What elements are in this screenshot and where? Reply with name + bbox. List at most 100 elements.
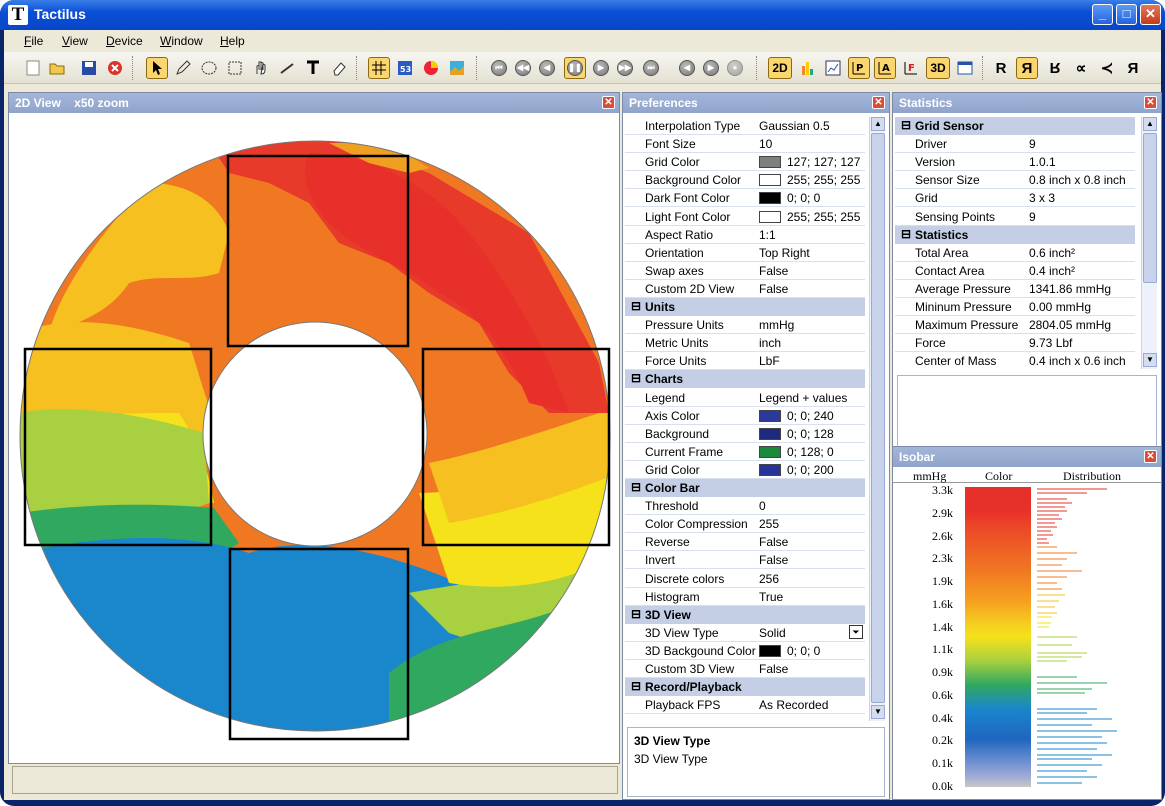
new-file-icon[interactable] [22,57,44,79]
property-value[interactable]: 255; 255; 255 [759,173,860,187]
property-value[interactable]: Solid [759,626,786,640]
fast-forward-icon[interactable]: ▶▶ [614,57,636,79]
grid-category[interactable]: ⊟ Units [625,298,865,316]
text-tool-icon[interactable] [302,57,324,79]
property-value[interactable]: 0.8 inch x 0.8 inch [1029,173,1126,187]
scroll-down-icon[interactable]: ▼ [1143,353,1157,367]
property-value[interactable]: inch [759,336,781,350]
open-file-icon[interactable] [46,57,68,79]
grid-property-row[interactable]: Font Size 10 [625,135,865,154]
collapse-icon[interactable]: ⊟ [901,118,911,132]
grid-property-row[interactable]: Background 0; 0; 128 [625,425,865,443]
property-value[interactable]: 0; 0; 0 [759,644,820,658]
property-value[interactable]: As Recorded [759,698,828,712]
preferences-scrollbar[interactable]: ▲ ▼ [869,117,885,721]
grid-property-row[interactable]: Orientation Top Right [625,244,865,262]
property-value[interactable]: True [759,590,783,604]
property-value[interactable]: 3 x 3 [1029,191,1055,205]
minimize-button[interactable]: _ [1092,4,1113,25]
image-view-icon[interactable] [446,57,468,79]
area-chart-icon[interactable]: A [874,57,896,79]
color-swatch[interactable] [759,192,781,205]
color-swatch[interactable] [759,644,781,657]
property-value[interactable]: 2804.05 mmHg [1029,318,1111,332]
property-value[interactable]: False [759,264,788,278]
grid-property-row[interactable]: Swap axes False [625,262,865,280]
grid-property-row[interactable]: Current Frame 0; 128; 0 [625,443,865,461]
grid-property-row[interactable]: Average Pressure 1341.86 mmHg [895,280,1135,298]
collapse-icon[interactable]: ⊟ [631,679,641,693]
rotate-flip-button[interactable]: R [1044,57,1066,79]
property-value[interactable]: 0; 128; 0 [759,445,834,459]
collapse-icon[interactable]: ⊟ [631,607,641,621]
title-bar[interactable]: T Tactilus _ □ ✕ [0,0,1165,30]
grid-property-row[interactable]: Force Units LbF [625,352,865,371]
pointer-tool-icon[interactable] [146,57,168,79]
menu-window[interactable]: Window [160,34,203,48]
property-value[interactable]: 0.4 inch² [1029,264,1075,278]
step-back-icon[interactable]: ◀ [536,57,558,79]
property-value[interactable]: 0.4 inch x 0.6 inch [1029,354,1126,368]
rotate-mirror-button[interactable]: R [1016,57,1038,79]
grid-property-row[interactable]: Playback FPS As Recorded [625,696,865,715]
grid-property-row[interactable]: Mininum Pressure 0.00 mmHg [895,298,1135,316]
property-value[interactable]: False [759,282,788,296]
grid-category[interactable]: ⊟ 3D View [625,605,865,624]
grid-property-row[interactable]: Interpolation Type Gaussian 0.5 [625,117,865,135]
grid-category[interactable]: ⊟ Charts [625,370,865,389]
grid-property-row[interactable]: Custom 3D View False [625,660,865,678]
property-value[interactable]: 9 [1029,210,1036,224]
grid-property-row[interactable]: Center of Mass 0.4 inch x 0.6 inch [895,352,1135,369]
scroll-up-icon[interactable]: ▲ [871,117,885,131]
grid-property-row[interactable]: Grid 3 x 3 [895,189,1135,208]
grid-property-row[interactable]: Discrete colors 256 [625,570,865,588]
grid-category[interactable]: ⊟ Color Bar [625,479,865,497]
property-value[interactable]: 0.00 mmHg [1029,300,1091,314]
property-value[interactable]: 1.0.1 [1029,155,1056,169]
view-2d-button[interactable]: 2D [768,57,792,79]
stop-icon[interactable] [104,57,126,79]
property-value[interactable]: 9.73 Lbf [1029,336,1072,350]
menu-view[interactable]: View [62,34,88,48]
property-value[interactable]: 127; 127; 127 [759,155,860,169]
property-value[interactable]: Top Right [759,246,810,260]
color-swatch[interactable] [759,210,781,223]
grid-property-row[interactable]: Maximum Pressure 2804.05 mmHg [895,316,1135,335]
color-palette-icon[interactable] [420,57,442,79]
grid-property-row[interactable]: Force 9.73 Lbf [895,334,1135,353]
property-value[interactable]: Legend + values [759,391,847,405]
scroll-up-icon[interactable]: ▲ [1143,117,1157,131]
property-value[interactable]: 1:1 [759,228,776,242]
grid-property-row[interactable]: Grid Color 127; 127; 127 [625,153,865,172]
grid-property-row[interactable]: Grid Color 0; 0; 200 [625,461,865,479]
grid-property-row[interactable]: Aspect Ratio 1:1 [625,226,865,244]
eraser-tool-icon[interactable] [328,57,350,79]
property-value[interactable]: 256 [759,572,779,586]
scroll-thumb[interactable] [871,133,885,703]
dropdown-arrow-icon[interactable]: ⏷ [849,624,863,639]
grid-icon[interactable] [368,57,390,79]
property-value[interactable]: 0; 0; 240 [759,409,834,423]
color-swatch[interactable] [759,463,781,476]
grid-property-row[interactable]: Legend Legend + values [625,389,865,407]
grid-property-row[interactable]: Light Font Color 255; 255; 255 [625,208,865,226]
view-3d-button[interactable]: 3D [926,57,950,79]
property-value[interactable]: 1341.86 mmHg [1029,282,1111,296]
grid-property-row[interactable]: Custom 2D View False [625,280,865,298]
collapse-icon[interactable]: ⊟ [631,299,641,313]
grid-category[interactable]: ⊟ Statistics [895,225,1135,244]
skip-last-icon[interactable]: ⏭ [640,57,662,79]
property-value[interactable]: 0; 0; 128 [759,427,834,441]
close-statistics-icon[interactable]: ✕ [1144,96,1157,109]
close-button[interactable]: ✕ [1140,4,1161,25]
property-value[interactable]: LbF [759,354,780,368]
grid-property-row[interactable]: Dark Font Color 0; 0; 0 [625,189,865,208]
close-preferences-icon[interactable]: ✕ [872,96,885,109]
play-icon[interactable]: ▶ [590,57,612,79]
property-value[interactable]: 0.6 inch² [1029,246,1075,260]
grid-property-row[interactable]: 3D View Type Solid ⏷ [625,624,865,642]
menu-help[interactable]: Help [220,34,245,48]
rotate-normal-button[interactable]: R [990,57,1012,79]
maximize-button[interactable]: □ [1116,4,1137,25]
peak-chart-icon[interactable]: P [848,57,870,79]
